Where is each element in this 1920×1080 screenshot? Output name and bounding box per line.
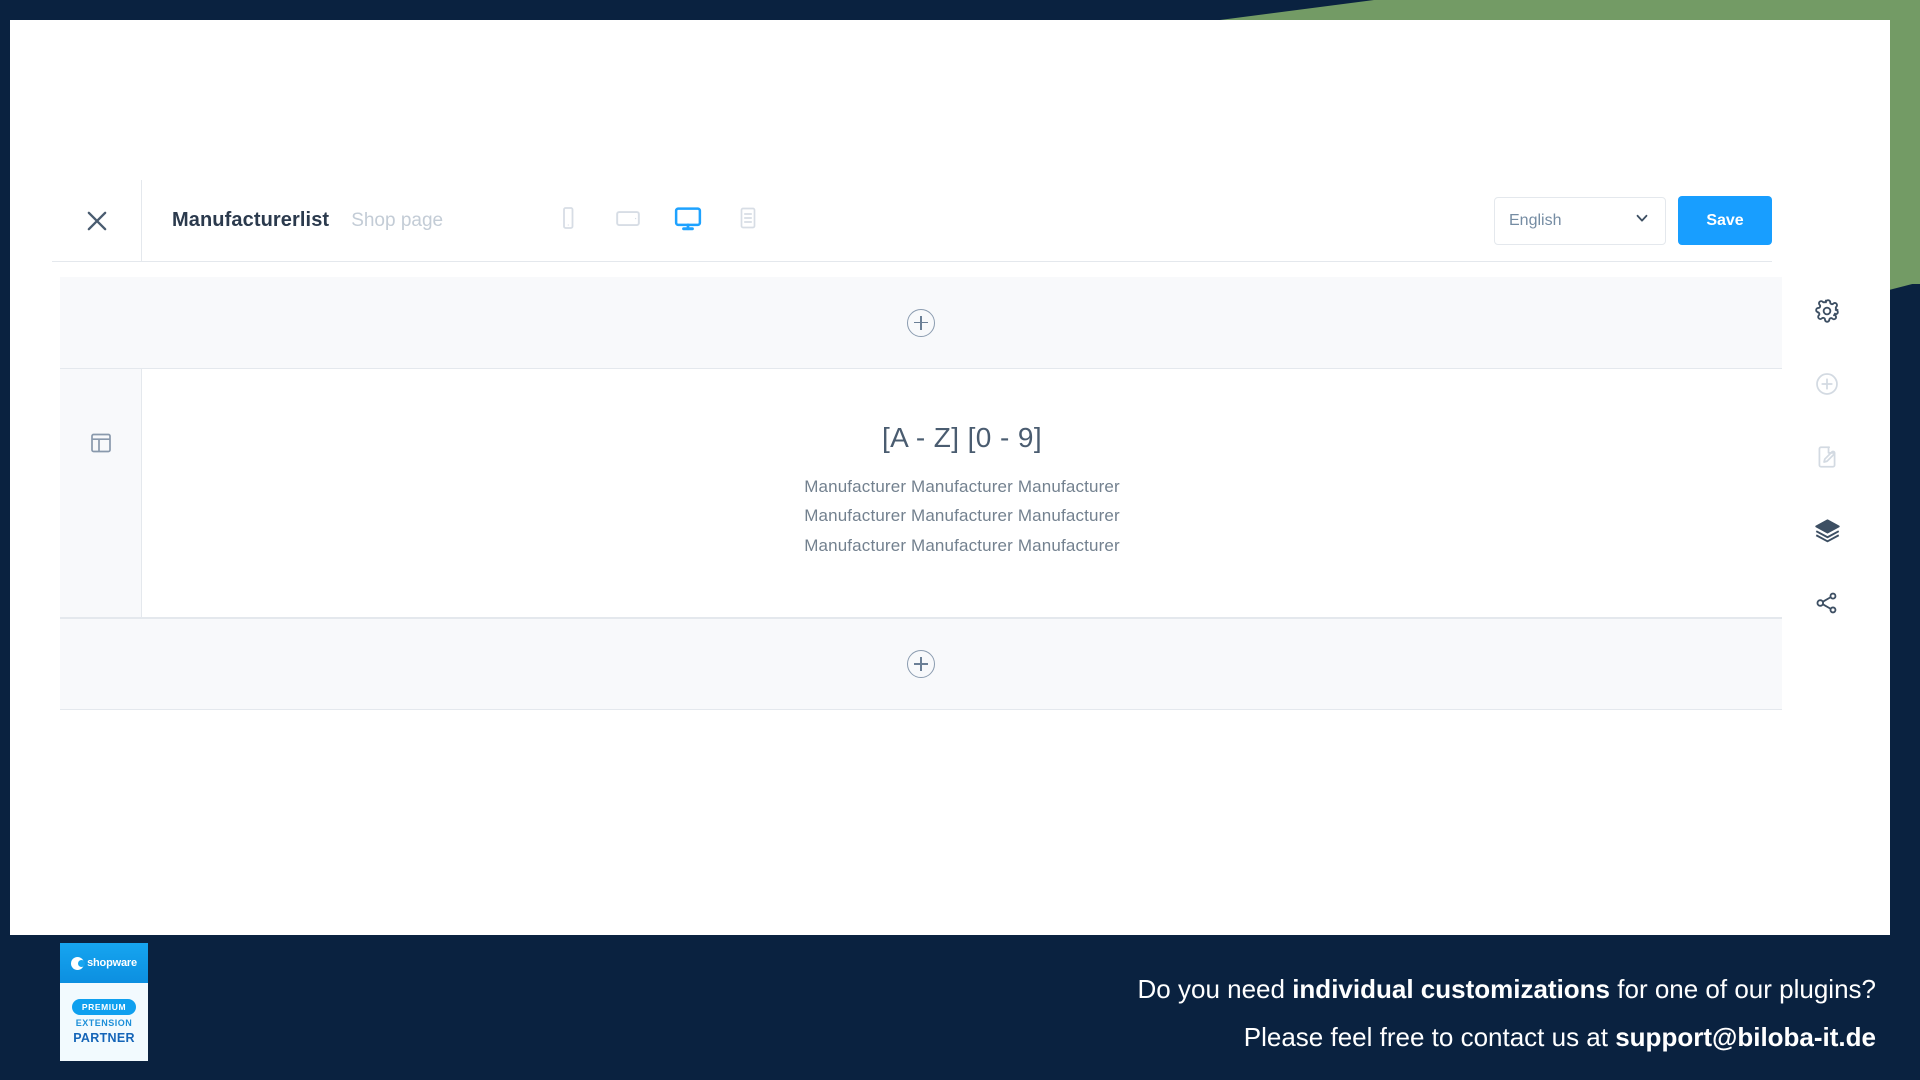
language-select[interactable]: English bbox=[1494, 196, 1666, 245]
layers-icon bbox=[1814, 517, 1841, 549]
add-button[interactable] bbox=[1803, 350, 1851, 423]
plus-circle-icon[interactable] bbox=[907, 308, 935, 337]
page-edit-icon bbox=[1814, 444, 1840, 475]
cms-section: [A - Z] [0 - 9] Manufacturer Manufacture… bbox=[60, 369, 1782, 618]
device-desktop-button[interactable] bbox=[671, 204, 705, 238]
manufacturer-row: Manufacturer Manufacturer Manufacturer bbox=[804, 535, 1120, 555]
layers-button[interactable] bbox=[1803, 496, 1851, 569]
az-index-heading: [A - Z] [0 - 9] bbox=[881, 422, 1043, 454]
manufacturer-list-block[interactable]: [A - Z] [0 - 9] Manufacturer Manufacture… bbox=[142, 369, 1782, 617]
promo-line-1-bold: individual customizations bbox=[1292, 974, 1611, 1004]
share-icon bbox=[1814, 590, 1840, 621]
page-subtitle: Shop page bbox=[351, 210, 444, 231]
manufacturer-row: Manufacturer Manufacturer Manufacturer bbox=[804, 477, 1120, 497]
device-preview-switcher bbox=[551, 204, 765, 238]
editor-stage: [A - Z] [0 - 9] Manufacturer Manufacture… bbox=[60, 277, 1782, 710]
promo-line-1: Do you need individual customizations fo… bbox=[1138, 965, 1876, 1013]
add-section-bottom-bar[interactable] bbox=[60, 618, 1782, 710]
badge-extension-label: EXTENSION bbox=[75, 1018, 133, 1028]
promo-line-2-pre: Please feel free to contact us at bbox=[1243, 1022, 1616, 1053]
promo-banner-text: Do you need individual customizations fo… bbox=[1138, 965, 1876, 1061]
editor-right-rail bbox=[1782, 277, 1872, 642]
chevron-down-icon bbox=[1633, 209, 1651, 232]
editor-toolbar: Manufacturerlist Shop page English Save bbox=[52, 179, 1772, 262]
plus-circle-icon[interactable] bbox=[907, 650, 935, 678]
plus-circle-icon bbox=[1814, 371, 1840, 402]
page-title: Manufacturerlist bbox=[172, 209, 330, 231]
mobile-icon bbox=[556, 206, 580, 235]
device-form-button[interactable] bbox=[731, 204, 765, 238]
save-button[interactable]: Save bbox=[1678, 196, 1772, 245]
edit-page-button[interactable] bbox=[1803, 423, 1851, 496]
settings-button[interactable] bbox=[1803, 277, 1851, 350]
desktop-icon bbox=[673, 203, 703, 238]
close-button[interactable] bbox=[52, 179, 142, 262]
shopware-wordmark: shopware bbox=[87, 957, 137, 969]
shopware-logo-icon bbox=[71, 956, 86, 970]
badge-body: PREMIUM EXTENSION PARTNER bbox=[60, 983, 148, 1061]
close-icon bbox=[83, 207, 111, 235]
section-gutter[interactable] bbox=[60, 369, 142, 617]
layout-icon bbox=[89, 431, 113, 460]
gear-icon bbox=[1814, 298, 1840, 329]
share-button[interactable] bbox=[1803, 569, 1851, 642]
device-mobile-button[interactable] bbox=[551, 204, 585, 238]
badge-premium-pill: PREMIUM bbox=[71, 999, 137, 1015]
tablet-icon bbox=[615, 205, 641, 236]
badge-header: shopware bbox=[60, 943, 148, 983]
promo-line-1-pre: Do you need bbox=[1137, 974, 1293, 1004]
device-tablet-button[interactable] bbox=[611, 204, 645, 238]
add-section-top-bar[interactable] bbox=[60, 277, 1782, 369]
promo-line-1-post: for one of our plugins? bbox=[1610, 974, 1876, 1004]
manufacturer-row: Manufacturer Manufacturer Manufacturer bbox=[804, 506, 1120, 526]
promo-line-2: Please feel free to contact us at suppor… bbox=[1138, 1013, 1876, 1061]
contact-email: support@biloba-it.de bbox=[1615, 1022, 1876, 1053]
badge-partner-label: PARTNER bbox=[73, 1031, 135, 1045]
language-select-value: English bbox=[1509, 211, 1562, 229]
list-icon bbox=[736, 206, 760, 235]
page-title-group: Manufacturerlist Shop page bbox=[142, 209, 443, 232]
shopware-partner-badge: shopware PREMIUM EXTENSION PARTNER bbox=[60, 943, 148, 1061]
promo-banner: shopware PREMIUM EXTENSION PARTNER Do yo… bbox=[0, 935, 1920, 1080]
